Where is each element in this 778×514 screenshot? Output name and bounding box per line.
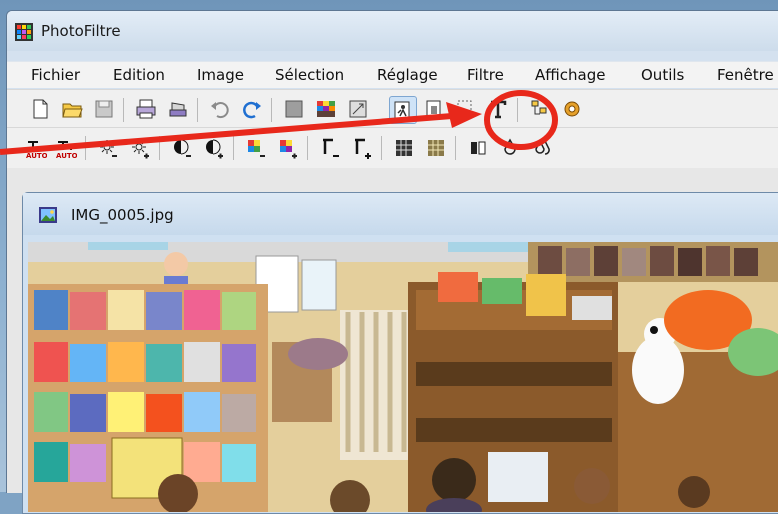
scanner-icon bbox=[169, 102, 187, 117]
saturation-plus-button[interactable] bbox=[275, 135, 301, 161]
gamma-plus-icon bbox=[355, 138, 371, 159]
print-icon bbox=[136, 99, 156, 119]
window-title: PhotoFiltre bbox=[41, 22, 121, 40]
automation-icon bbox=[394, 101, 410, 119]
menu-fichier[interactable]: Fichier bbox=[31, 66, 80, 84]
contrast-minus-button[interactable] bbox=[169, 135, 195, 161]
sharpen-button[interactable] bbox=[529, 135, 555, 161]
new-file-button[interactable] bbox=[27, 96, 53, 122]
grid-icon bbox=[396, 140, 412, 156]
plugin-button[interactable] bbox=[559, 96, 585, 122]
toolbar-separator bbox=[455, 136, 456, 160]
gamma-plus-button[interactable] bbox=[349, 135, 375, 161]
grid-button[interactable] bbox=[391, 135, 417, 161]
contrast-minus-icon bbox=[174, 139, 191, 157]
drop-icon bbox=[504, 138, 516, 155]
plugin-gear-icon bbox=[564, 101, 580, 117]
text-icon bbox=[491, 100, 507, 119]
toolbar-separator bbox=[381, 136, 382, 160]
redo-icon bbox=[243, 101, 261, 119]
blur-button[interactable] bbox=[497, 135, 523, 161]
menu-bar: Fichier Edition Image Sélection Réglage … bbox=[7, 61, 778, 88]
document-title: IMG_0005.jpg bbox=[71, 206, 174, 224]
mirror-button[interactable] bbox=[465, 135, 491, 161]
gray-fill-button[interactable] bbox=[281, 96, 307, 122]
saturation-minus-button[interactable] bbox=[243, 135, 269, 161]
gamma-minus-icon bbox=[323, 138, 339, 157]
save-button[interactable] bbox=[91, 96, 117, 122]
sun-plus-icon bbox=[132, 140, 149, 159]
brightness-plus-button[interactable] bbox=[127, 135, 153, 161]
menu-outils[interactable]: Outils bbox=[641, 66, 684, 84]
toolbar-separator bbox=[307, 136, 308, 160]
menu-selection[interactable]: Sélection bbox=[275, 66, 344, 84]
toolbar-separator bbox=[159, 136, 160, 160]
saturation-plus-icon bbox=[280, 140, 297, 159]
gamma-minus-button[interactable] bbox=[317, 135, 343, 161]
double-drop-icon bbox=[535, 139, 550, 155]
image-file-icon bbox=[39, 207, 57, 223]
title-bar: PhotoFiltre bbox=[7, 11, 778, 51]
menu-edition[interactable]: Edition bbox=[113, 66, 165, 84]
toolbar-separator bbox=[197, 98, 198, 122]
tile-button[interactable] bbox=[423, 135, 449, 161]
menu-fenetre[interactable]: Fenêtre bbox=[717, 66, 774, 84]
print-button[interactable] bbox=[133, 96, 159, 122]
color-palette-button[interactable] bbox=[313, 96, 339, 122]
open-button[interactable] bbox=[59, 96, 85, 122]
toolbar-separator bbox=[517, 98, 518, 122]
selection-button[interactable] bbox=[453, 96, 479, 122]
save-icon bbox=[95, 100, 113, 118]
new-file-icon bbox=[33, 99, 48, 119]
text-button[interactable] bbox=[485, 96, 511, 122]
classroom-photo bbox=[28, 242, 778, 512]
toolbar-separator bbox=[123, 98, 124, 122]
color-grid-icon bbox=[317, 101, 335, 117]
document-title-bar: IMG_0005.jpg bbox=[23, 193, 778, 235]
contrast-plus-icon bbox=[206, 139, 223, 159]
brightness-minus-button[interactable] bbox=[95, 135, 121, 161]
main-toolbar bbox=[7, 89, 778, 128]
auto-levels-button[interactable]: AUTO bbox=[23, 136, 49, 162]
automation-button[interactable] bbox=[389, 96, 417, 124]
undo-icon bbox=[211, 102, 229, 119]
auto-badge-2: AUTO bbox=[56, 152, 77, 160]
saturation-minus-icon bbox=[248, 140, 265, 157]
explorer-button[interactable] bbox=[527, 96, 553, 122]
selection-icon bbox=[457, 100, 475, 118]
undo-button[interactable] bbox=[207, 96, 233, 122]
transform-button[interactable] bbox=[421, 96, 447, 122]
auto-levels-icon: AUTO bbox=[26, 141, 47, 160]
gray-square-icon bbox=[285, 100, 303, 118]
open-folder-icon bbox=[62, 103, 83, 118]
toolbar-separator bbox=[233, 136, 234, 160]
auto-badge-1: AUTO bbox=[26, 152, 47, 160]
menu-reglage[interactable]: Réglage bbox=[377, 66, 438, 84]
image-size-button[interactable] bbox=[345, 96, 371, 122]
adjust-toolbar: AUTO AUTO bbox=[7, 127, 778, 169]
image-size-icon bbox=[349, 100, 367, 118]
transform-icon bbox=[426, 100, 441, 118]
scan-button[interactable] bbox=[165, 96, 191, 122]
sun-minus-icon bbox=[100, 140, 117, 157]
menu-affichage[interactable]: Affichage bbox=[535, 66, 605, 84]
mirror-icon bbox=[471, 141, 486, 155]
explorer-icon bbox=[531, 100, 547, 115]
redo-button[interactable] bbox=[239, 96, 265, 122]
photo-canvas[interactable] bbox=[28, 242, 778, 512]
tile-icon bbox=[428, 140, 444, 156]
menu-filtre[interactable]: Filtre bbox=[467, 66, 504, 84]
auto-contrast-icon: AUTO bbox=[56, 141, 77, 160]
contrast-plus-button[interactable] bbox=[201, 135, 227, 161]
menu-image[interactable]: Image bbox=[197, 66, 244, 84]
toolbar-separator bbox=[271, 98, 272, 122]
app-logo-icon bbox=[15, 23, 33, 41]
auto-contrast-button[interactable]: AUTO bbox=[53, 136, 79, 162]
toolbar-separator bbox=[85, 136, 86, 160]
